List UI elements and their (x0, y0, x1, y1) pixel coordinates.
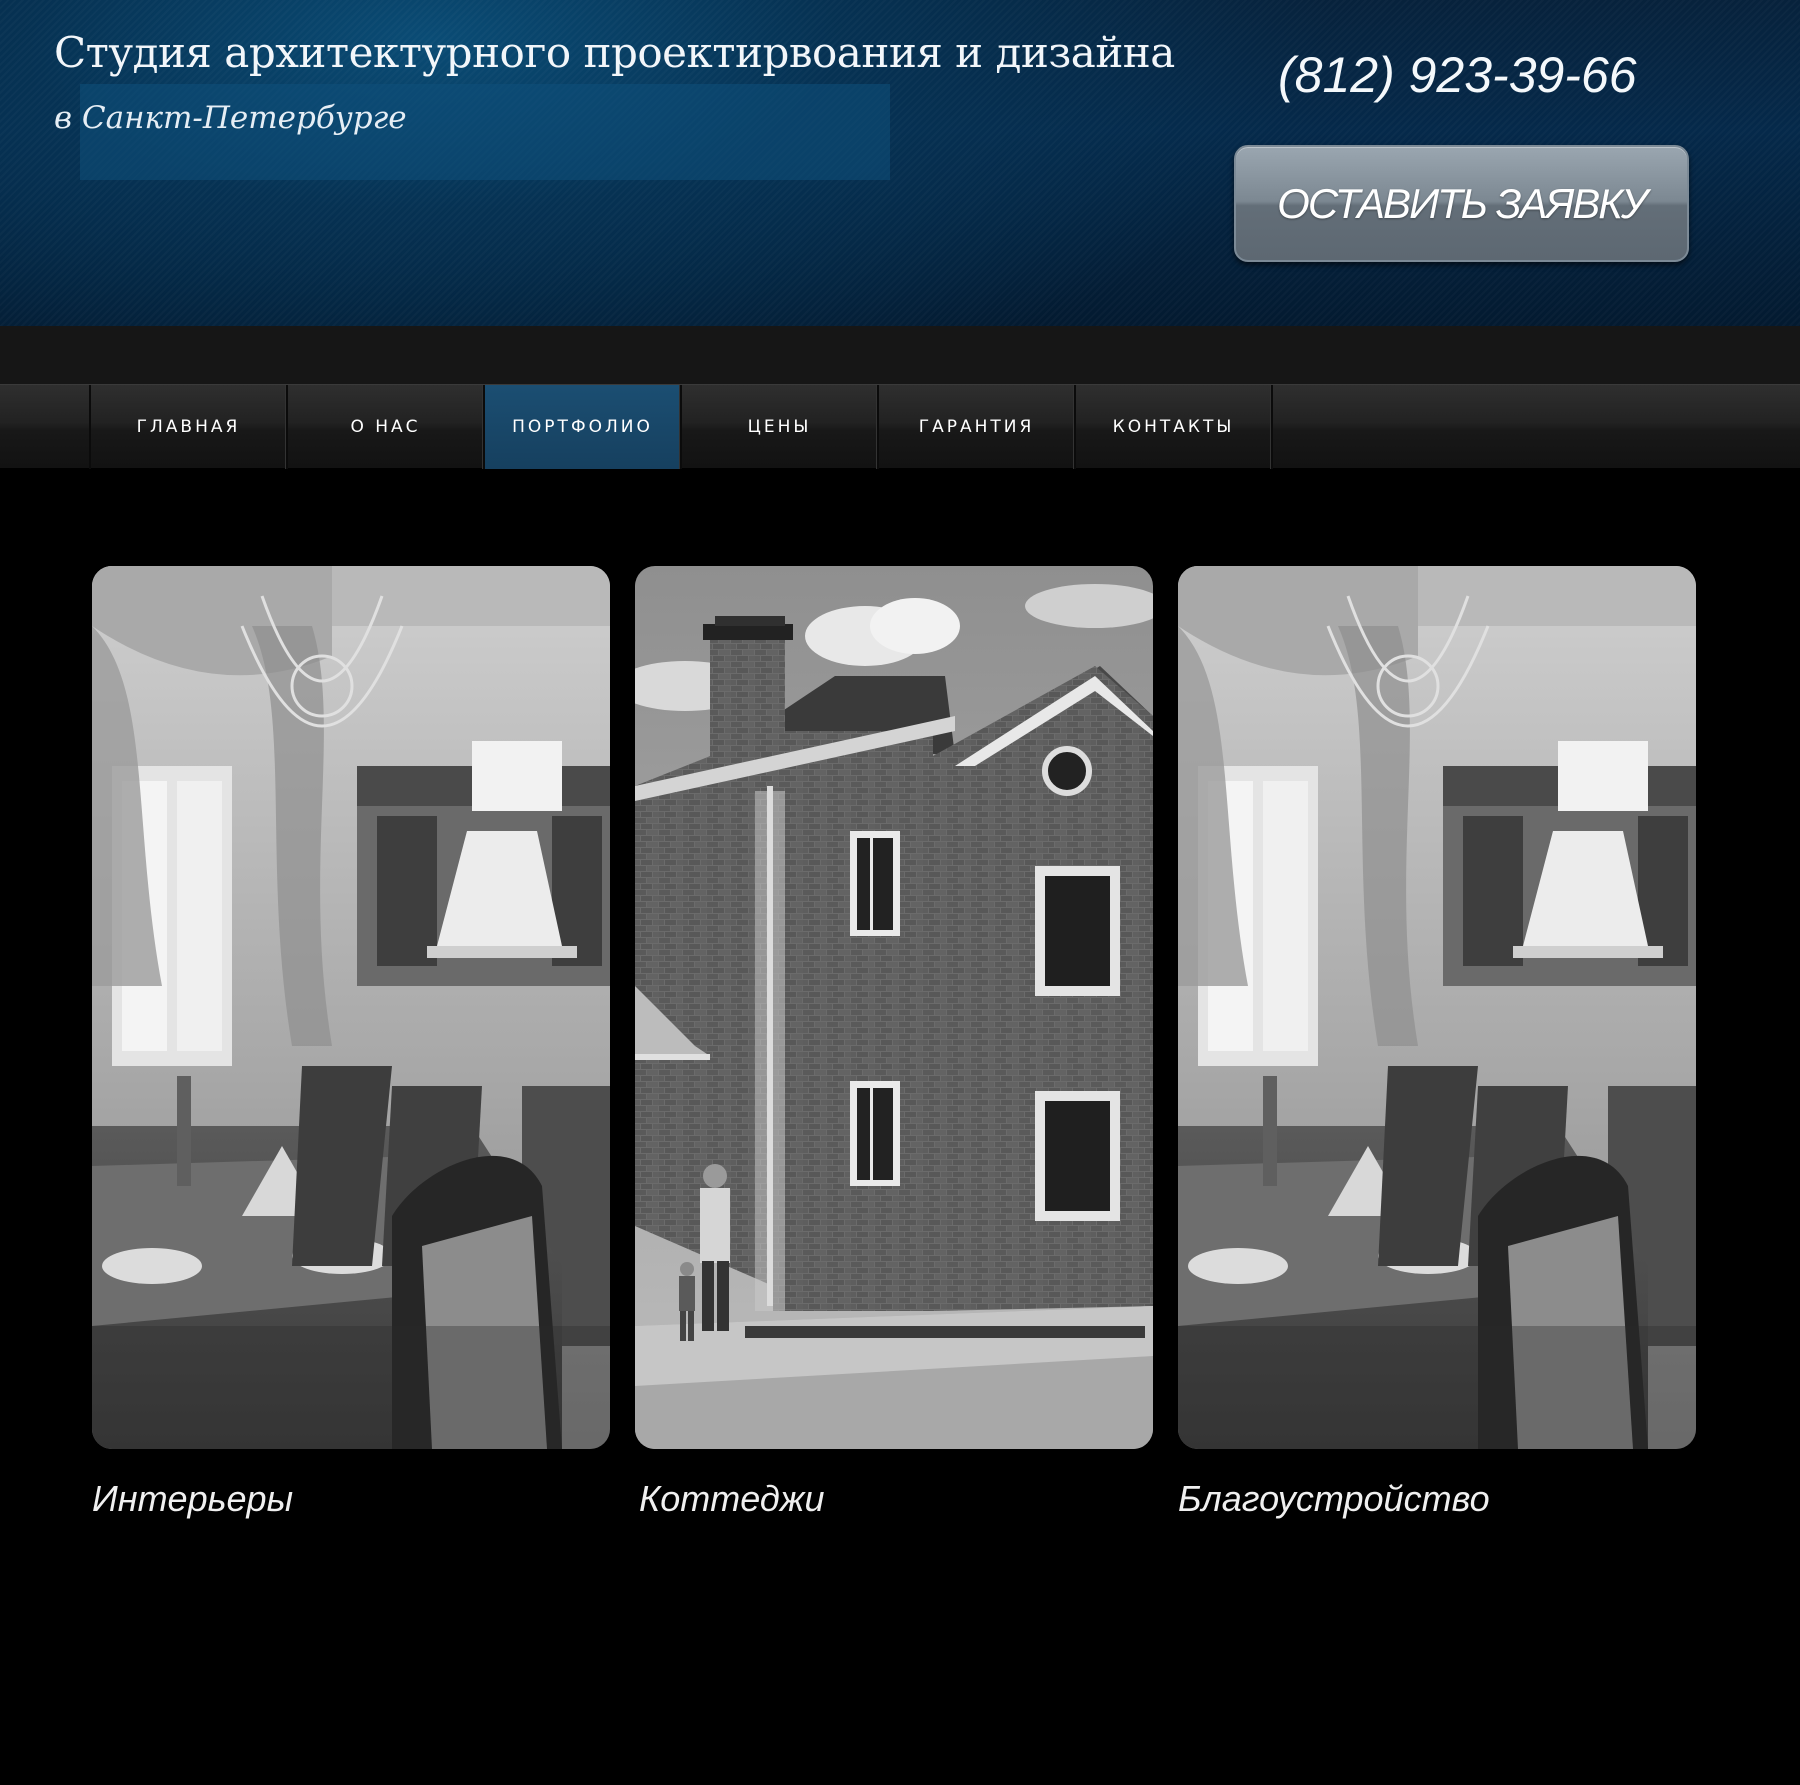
nav-item-portfolio[interactable]: ПОРТФОЛИО (485, 385, 682, 469)
portfolio-caption-interiors[interactable]: Интерьеры (92, 1478, 293, 1520)
nav-item-label: ЦЕНЫ (747, 417, 812, 437)
nav-item-label: ГАРАНТИЯ (918, 417, 1035, 437)
interior-photo (92, 566, 610, 1449)
nav-item-label: О НАС (350, 417, 421, 437)
nav-item-prices[interactable]: ЦЕНЫ (682, 385, 879, 469)
nav-item-home[interactable]: ГЛАВНАЯ (91, 385, 288, 469)
nav-items: ГЛАВНАЯ О НАС ПОРТФОЛИО ЦЕНЫ ГАРАНТИЯ КО… (89, 385, 1273, 469)
portfolio-card-landscaping[interactable] (1178, 566, 1696, 1449)
interior-photo (1178, 566, 1696, 1449)
header-divider-strip (0, 326, 1800, 384)
nav-item-about[interactable]: О НАС (288, 385, 485, 469)
nav-item-label: ГЛАВНАЯ (136, 417, 241, 437)
portfolio-caption-cottages[interactable]: Коттеджи (639, 1478, 825, 1520)
nav-item-label: КОНТАКТЫ (1112, 417, 1235, 437)
cottage-render (635, 566, 1153, 1449)
portfolio-caption-landscaping[interactable]: Благоустройство (1178, 1478, 1490, 1520)
nav-item-label: ПОРТФОЛИО (512, 417, 653, 437)
portfolio-card-cottages[interactable] (635, 566, 1153, 1449)
nav-item-guarantee[interactable]: ГАРАНТИЯ (879, 385, 1076, 469)
request-button-label: ОСТАВИТЬ ЗАЯВКУ (1277, 179, 1648, 227)
site-subtitle: в Санкт-Петербурге (54, 100, 407, 136)
portfolio-card-interiors[interactable] (92, 566, 610, 1449)
nav-item-contacts[interactable]: КОНТАКТЫ (1076, 385, 1273, 469)
request-button[interactable]: ОСТАВИТЬ ЗАЯВКУ (1234, 145, 1689, 262)
phone-number[interactable]: (812) 923-39-66 (1278, 46, 1637, 104)
main-nav: ГЛАВНАЯ О НАС ПОРТФОЛИО ЦЕНЫ ГАРАНТИЯ КО… (0, 384, 1800, 469)
site-header: Студия архитектурного проектирвоания и д… (0, 0, 1800, 326)
site-title: Студия архитектурного проектирвоания и д… (54, 28, 1175, 77)
